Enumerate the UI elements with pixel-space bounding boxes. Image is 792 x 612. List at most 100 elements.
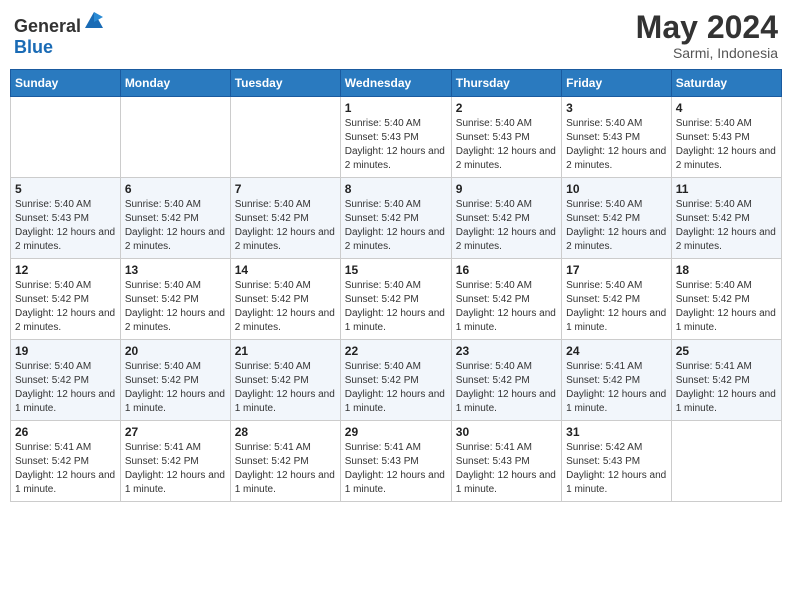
col-tuesday: Tuesday [230, 70, 340, 97]
day-info: Sunrise: 5:40 AMSunset: 5:43 PMDaylight:… [676, 117, 777, 173]
day-info: Sunrise: 5:40 AMSunset: 5:42 PMDaylight:… [15, 279, 116, 335]
calendar-cell: 22 Sunrise: 5:40 AMSunset: 5:42 PMDayligh… [340, 340, 451, 421]
calendar-cell: 31 Sunrise: 5:42 AMSunset: 5:43 PMDayligh… [562, 421, 672, 502]
day-number: 27 [125, 425, 226, 439]
day-number: 29 [345, 425, 447, 439]
day-info: Sunrise: 5:40 AMSunset: 5:43 PMDaylight:… [345, 117, 447, 173]
calendar-cell: 1 Sunrise: 5:40 AMSunset: 5:43 PMDaylight… [340, 97, 451, 178]
day-info: Sunrise: 5:40 AMSunset: 5:42 PMDaylight:… [345, 198, 447, 254]
day-number: 7 [235, 182, 336, 196]
day-number: 3 [566, 101, 667, 115]
calendar-cell: 18Sunrise: 5:40 AMSunset: 5:42 PMDayligh… [671, 259, 781, 340]
calendar-cell [230, 97, 340, 178]
day-number: 9 [456, 182, 557, 196]
day-number: 26 [15, 425, 116, 439]
calendar-cell: 13 Sunrise: 5:40 AMSunset: 5:42 PMDayligh… [120, 259, 230, 340]
calendar-cell: 29 Sunrise: 5:41 AMSunset: 5:43 PMDayligh… [340, 421, 451, 502]
day-number: 4 [676, 101, 777, 115]
day-info: Sunrise: 5:40 AMSunset: 5:42 PMDaylight:… [125, 360, 226, 416]
calendar-week-row: 5Sunrise: 5:40 AMSunset: 5:43 PMDaylight… [11, 178, 782, 259]
day-info: Sunrise: 5:41 AMSunset: 5:43 PMDaylight:… [456, 441, 557, 497]
day-info: Sunrise: 5:41 AMSunset: 5:42 PMDaylight:… [235, 441, 336, 497]
day-info: Sunrise: 5:40 AMSunset: 5:42 PMDaylight:… [566, 198, 667, 254]
calendar-cell: 8Sunrise: 5:40 AMSunset: 5:42 PMDaylight… [340, 178, 451, 259]
calendar-week-row: 19 Sunrise: 5:40 AMSunset: 5:42 PMDayligh… [11, 340, 782, 421]
calendar-cell: 4 Sunrise: 5:40 AMSunset: 5:43 PMDaylight… [671, 97, 781, 178]
col-monday: Monday [120, 70, 230, 97]
calendar-cell: 21 Sunrise: 5:40 AMSunset: 5:42 PMDayligh… [230, 340, 340, 421]
day-number: 2 [456, 101, 557, 115]
calendar-cell [671, 421, 781, 502]
calendar-cell: 16 Sunrise: 5:40 AMSunset: 5:42 PMDayligh… [451, 259, 561, 340]
day-info: Sunrise: 5:40 AMSunset: 5:42 PMDaylight:… [566, 279, 667, 335]
calendar-cell: 14 Sunrise: 5:40 AMSunset: 5:42 PMDayligh… [230, 259, 340, 340]
day-info: Sunrise: 5:40 AMSunset: 5:42 PMDaylight:… [456, 279, 557, 335]
day-number: 13 [125, 263, 226, 277]
calendar-cell: 23Sunrise: 5:40 AMSunset: 5:42 PMDayligh… [451, 340, 561, 421]
day-number: 16 [456, 263, 557, 277]
calendar-cell: 25 Sunrise: 5:41 AMSunset: 5:42 PMDayligh… [671, 340, 781, 421]
day-number: 24 [566, 344, 667, 358]
day-number: 17 [566, 263, 667, 277]
calendar-week-row: 26 Sunrise: 5:41 AMSunset: 5:42 PMDayligh… [11, 421, 782, 502]
day-info: Sunrise: 5:40 AMSunset: 5:42 PMDaylight:… [456, 198, 557, 254]
location-subtitle: Sarmi, Indonesia [636, 45, 778, 61]
calendar-cell: 20 Sunrise: 5:40 AMSunset: 5:42 PMDayligh… [120, 340, 230, 421]
day-info: Sunrise: 5:40 AMSunset: 5:42 PMDaylight:… [125, 279, 226, 335]
calendar-week-row: 12Sunrise: 5:40 AMSunset: 5:42 PMDayligh… [11, 259, 782, 340]
calendar-cell: 26 Sunrise: 5:41 AMSunset: 5:42 PMDayligh… [11, 421, 121, 502]
calendar-cell: 2Sunrise: 5:40 AMSunset: 5:43 PMDaylight… [451, 97, 561, 178]
logo-blue: Blue [14, 37, 53, 57]
day-info: Sunrise: 5:40 AMSunset: 5:42 PMDaylight:… [235, 198, 336, 254]
day-number: 1 [345, 101, 447, 115]
logo: General Blue [14, 10, 105, 58]
day-info: Sunrise: 5:42 AMSunset: 5:43 PMDaylight:… [566, 441, 667, 497]
day-info: Sunrise: 5:40 AMSunset: 5:42 PMDaylight:… [235, 279, 336, 335]
day-info: Sunrise: 5:41 AMSunset: 5:42 PMDaylight:… [125, 441, 226, 497]
calendar-cell: 27 Sunrise: 5:41 AMSunset: 5:42 PMDayligh… [120, 421, 230, 502]
calendar-cell: 15 Sunrise: 5:40 AMSunset: 5:42 PMDayligh… [340, 259, 451, 340]
col-wednesday: Wednesday [340, 70, 451, 97]
day-number: 22 [345, 344, 447, 358]
title-area: May 2024 Sarmi, Indonesia [636, 10, 778, 61]
calendar-cell: 19Sunrise: 5:40 AMSunset: 5:42 PMDayligh… [11, 340, 121, 421]
month-title: May 2024 [636, 10, 778, 45]
logo-general: General [14, 16, 81, 36]
calendar-cell: 11 Sunrise: 5:40 AMSunset: 5:42 PMDayligh… [671, 178, 781, 259]
day-info: Sunrise: 5:40 AMSunset: 5:42 PMDaylight:… [676, 198, 777, 254]
day-info: Sunrise: 5:40 AMSunset: 5:42 PMDaylight:… [456, 360, 557, 416]
calendar-cell: 30 Sunrise: 5:41 AMSunset: 5:43 PMDayligh… [451, 421, 561, 502]
day-info: Sunrise: 5:41 AMSunset: 5:42 PMDaylight:… [566, 360, 667, 416]
day-number: 14 [235, 263, 336, 277]
day-number: 21 [235, 344, 336, 358]
day-info: Sunrise: 5:41 AMSunset: 5:42 PMDaylight:… [15, 441, 116, 497]
page-header: General Blue May 2024 Sarmi, Indonesia [10, 10, 782, 61]
day-number: 19 [15, 344, 116, 358]
day-info: Sunrise: 5:40 AMSunset: 5:42 PMDaylight:… [345, 279, 447, 335]
col-sunday: Sunday [11, 70, 121, 97]
col-saturday: Saturday [671, 70, 781, 97]
calendar-cell: 24 Sunrise: 5:41 AMSunset: 5:42 PMDayligh… [562, 340, 672, 421]
calendar-header-row: Sunday Monday Tuesday Wednesday Thursday… [11, 70, 782, 97]
day-number: 25 [676, 344, 777, 358]
day-number: 15 [345, 263, 447, 277]
day-number: 31 [566, 425, 667, 439]
day-number: 20 [125, 344, 226, 358]
calendar-cell: 7 Sunrise: 5:40 AMSunset: 5:42 PMDaylight… [230, 178, 340, 259]
day-number: 30 [456, 425, 557, 439]
day-number: 10 [566, 182, 667, 196]
day-info: Sunrise: 5:40 AMSunset: 5:42 PMDaylight:… [676, 279, 777, 335]
calendar-cell [11, 97, 121, 178]
logo-icon [83, 10, 105, 32]
day-info: Sunrise: 5:40 AMSunset: 5:42 PMDaylight:… [235, 360, 336, 416]
day-info: Sunrise: 5:40 AMSunset: 5:42 PMDaylight:… [345, 360, 447, 416]
day-number: 11 [676, 182, 777, 196]
calendar-cell [120, 97, 230, 178]
day-number: 6 [125, 182, 226, 196]
calendar-cell: 17 Sunrise: 5:40 AMSunset: 5:42 PMDayligh… [562, 259, 672, 340]
logo-text: General Blue [14, 10, 105, 58]
day-info: Sunrise: 5:41 AMSunset: 5:43 PMDaylight:… [345, 441, 447, 497]
day-info: Sunrise: 5:41 AMSunset: 5:42 PMDaylight:… [676, 360, 777, 416]
calendar-table: Sunday Monday Tuesday Wednesday Thursday… [10, 69, 782, 502]
day-number: 5 [15, 182, 116, 196]
